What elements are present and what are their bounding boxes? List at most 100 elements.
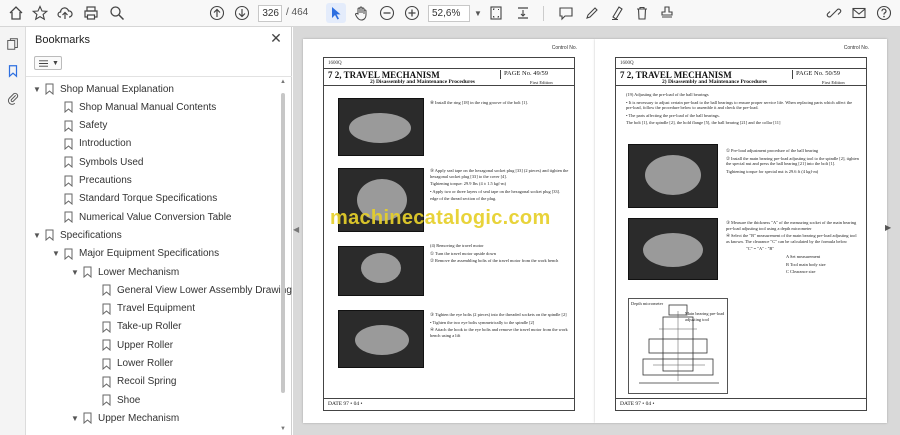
comment-icon[interactable] [556, 3, 576, 23]
bookmark-options-button[interactable]: ▼ [34, 56, 62, 70]
print-icon[interactable] [81, 3, 101, 23]
chevron-down-icon[interactable]: ▼ [474, 9, 482, 18]
photo-3 [338, 246, 424, 296]
bookmark-item[interactable]: ▶Travel Equipment [89, 300, 195, 318]
hand-pan-icon[interactable] [351, 3, 371, 23]
next-page-arrow[interactable]: ▶ [885, 223, 891, 232]
instruction-text-1: ① Pre-load adjustment procedure of the b… [726, 148, 860, 176]
instruction: Tightening torque: 29.9 Ibs (4 ± 1.5 kgf… [430, 181, 507, 187]
bookmark-icon [102, 358, 111, 370]
bookmark-label: Shop Manual Explanation [60, 83, 174, 95]
bookmark-item[interactable]: ▶Numerical Value Conversion Table [51, 208, 232, 226]
intro-text: (19) Adjusting the pre-load of the ball … [626, 92, 858, 128]
bookmark-label: Upper Mechanism [98, 412, 180, 424]
bookmark-label: General View Lower Assembly Drawing [117, 284, 292, 296]
bookmark-item[interactable]: ▶Standard Torque Specifications [51, 190, 217, 208]
panel-divider [26, 76, 292, 77]
bookmark-icon [83, 412, 92, 425]
list-options-icon [39, 59, 48, 67]
instruction-text-4: ③ Tighten the eye bolts (2 pieces) into … [430, 312, 570, 340]
expand-chevron-icon[interactable]: ▼ [70, 414, 80, 423]
page-header: 7 2, TRAVEL MECHANISM 2) Disassembly and… [616, 68, 866, 86]
expand-chevron-icon[interactable]: ▼ [32, 231, 42, 240]
scrollbar-thumb[interactable] [281, 93, 285, 393]
zoom-out-icon[interactable] [377, 3, 397, 23]
instruction: • It is necessary to adjust certain pre-… [626, 99, 853, 111]
pen-draw-icon[interactable] [582, 3, 602, 23]
bookmark-item[interactable]: ▶Precautions [51, 172, 132, 190]
attachment-paperclip-icon[interactable] [4, 89, 22, 107]
page-number-input[interactable] [258, 5, 282, 22]
instruction: edge of the thread section of the plug. [430, 196, 497, 202]
bookmark-icon [45, 83, 54, 95]
bookmark-item[interactable]: ▶Shop Manual Manual Contents [51, 98, 216, 116]
zoom-search-icon[interactable] [107, 3, 127, 23]
bookmark-item[interactable]: ▶Introduction [51, 135, 131, 153]
instruction: • Tighten the two eye bolts symmetricall… [430, 319, 535, 325]
bookmark-item[interactable]: ▼ Upper Mechanism [70, 409, 179, 427]
diagram-drawing [639, 304, 719, 384]
highlight-icon[interactable] [607, 3, 627, 23]
bookmark-item[interactable]: ▼ Specifications [32, 226, 122, 244]
instruction: • Apply two or three layers of seal tape… [430, 188, 561, 194]
home-icon[interactable] [6, 3, 26, 23]
scroll-down-arrow[interactable]: ▼ [280, 426, 286, 432]
bookmark-panel-icon[interactable] [4, 62, 22, 80]
pages-thumbnail-icon[interactable] [4, 35, 22, 53]
bookmark-label: Shop Manual Manual Contents [79, 101, 217, 113]
panel-collapse-arrow[interactable]: ◀ [293, 225, 299, 234]
scroll-up-arrow[interactable]: ▲ [280, 79, 286, 85]
bookmark-item[interactable]: ▶Recoil Spring [89, 373, 176, 391]
page-header: 7 2, TRAVEL MECHANISM 2) Disassembly and… [324, 68, 574, 86]
select-cursor-icon[interactable] [326, 3, 346, 23]
delete-trash-icon[interactable] [632, 3, 652, 23]
bookmark-item[interactable]: ▶General View Lower Assembly Drawing [89, 281, 292, 299]
bookmark-label: Standard Torque Specifications [79, 193, 218, 205]
bookmark-item[interactable]: ▶Lower Roller [89, 355, 173, 373]
cloud-upload-icon[interactable] [55, 3, 75, 23]
page-fit-icon[interactable] [486, 3, 506, 23]
bookmark-label: Lower Mechanism [98, 266, 180, 278]
expand-chevron-icon[interactable]: ▼ [70, 268, 80, 277]
scroll-mode-icon[interactable] [513, 3, 533, 23]
document-view[interactable]: Control No. 1600Q 7 2, TRAVEL MECHANISM … [293, 27, 900, 435]
bookmark-icon [102, 284, 111, 297]
control-no-label: Control No. [551, 45, 577, 51]
scrollbar[interactable] [281, 87, 286, 427]
instruction: ② Install the main bearing pre-load adju… [726, 155, 859, 167]
bookmark-label: Introduction [79, 138, 132, 150]
bookmark-item[interactable]: ▶Upper Roller [89, 336, 173, 354]
model-code: 1600Q [620, 61, 634, 66]
zoom-in-icon[interactable] [402, 3, 422, 23]
bookmark-label: Shoe [117, 394, 141, 406]
document-page-left: Control No. 1600Q 7 2, TRAVEL MECHANISM … [303, 39, 595, 423]
page-up-icon[interactable] [207, 3, 227, 23]
bookmark-label: Specifications [60, 229, 122, 241]
bookmark-item[interactable]: ▼ Major Equipment Specifications [51, 245, 219, 263]
page-down-icon[interactable] [232, 3, 252, 23]
bookmark-label: Travel Equipment [117, 303, 195, 315]
bookmark-item[interactable]: ▶Take-up Roller [89, 318, 181, 336]
expand-chevron-icon[interactable]: ▼ [51, 249, 61, 258]
zoom-level-select[interactable]: 52,6% [428, 5, 470, 22]
bookmark-star-icon[interactable] [30, 3, 50, 23]
section-subtitle: 2) Disassembly and Maintenance Procedure… [370, 79, 475, 85]
close-icon[interactable]: ✕ [269, 30, 283, 47]
edition-label: First Edition [822, 80, 845, 85]
legend-item: B Tool main body size [786, 261, 826, 267]
bookmark-item[interactable]: ▶Symbols Used [51, 153, 143, 171]
bookmark-item[interactable]: ▼ Lower Mechanism [70, 263, 179, 281]
bookmark-item[interactable]: ▶Shoe [89, 391, 140, 409]
bookmark-item[interactable]: ▼ Shop Manual Explanation [32, 80, 174, 98]
help-icon[interactable] [874, 3, 894, 23]
bookmark-icon [64, 248, 73, 260]
stamp-icon[interactable] [657, 3, 677, 23]
share-link-icon[interactable] [824, 3, 844, 23]
bookmark-label: Numerical Value Conversion Table [79, 211, 232, 223]
bookmark-label: Recoil Spring [117, 376, 177, 388]
bookmark-icon [45, 229, 54, 242]
bookmark-item[interactable]: ▶Safety [51, 117, 107, 135]
send-mail-icon[interactable] [849, 3, 869, 23]
expand-chevron-icon[interactable]: ▼ [32, 85, 42, 94]
instruction: ⑨ Apply seal tape on the hexagonal socke… [430, 168, 569, 179]
